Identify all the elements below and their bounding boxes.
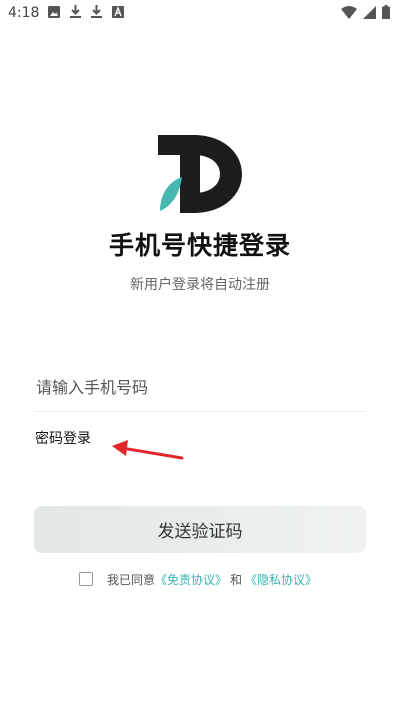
notification-icons [48,5,124,18]
phone-number-input[interactable] [36,370,366,404]
page-title: 手机号快捷登录 [108,231,291,260]
password-login-link[interactable]: 密码登录 [35,428,91,448]
app-logo-icon [158,135,242,213]
image-icon [48,5,60,18]
font-icon [112,5,124,18]
red-arrow-annotation [112,440,184,460]
agreement-checkbox[interactable] [79,572,93,586]
download-icon [91,5,102,18]
privacy-link[interactable]: 《隐私协议》 [245,571,317,588]
battery-icon [382,5,390,19]
page-subtitle: 新用户登录将自动注册 [130,277,270,293]
system-icons [341,5,390,19]
input-underline [34,411,366,412]
agreement-row: 我已同意 《免责协议》 和 《隐私协议》 [79,569,317,589]
agreement-and: 和 [230,572,243,587]
download-icon [70,5,81,18]
agreement-prefix: 我已同意 [107,572,156,587]
disclaimer-link[interactable]: 《免责协议》 [155,571,227,588]
send-code-button[interactable]: 发送验证码 [34,506,366,553]
status-time: 4:18 [8,5,40,21]
wifi-icon [341,5,357,19]
status-bar: 4:18 [0,0,400,28]
signal-icon [363,5,376,19]
